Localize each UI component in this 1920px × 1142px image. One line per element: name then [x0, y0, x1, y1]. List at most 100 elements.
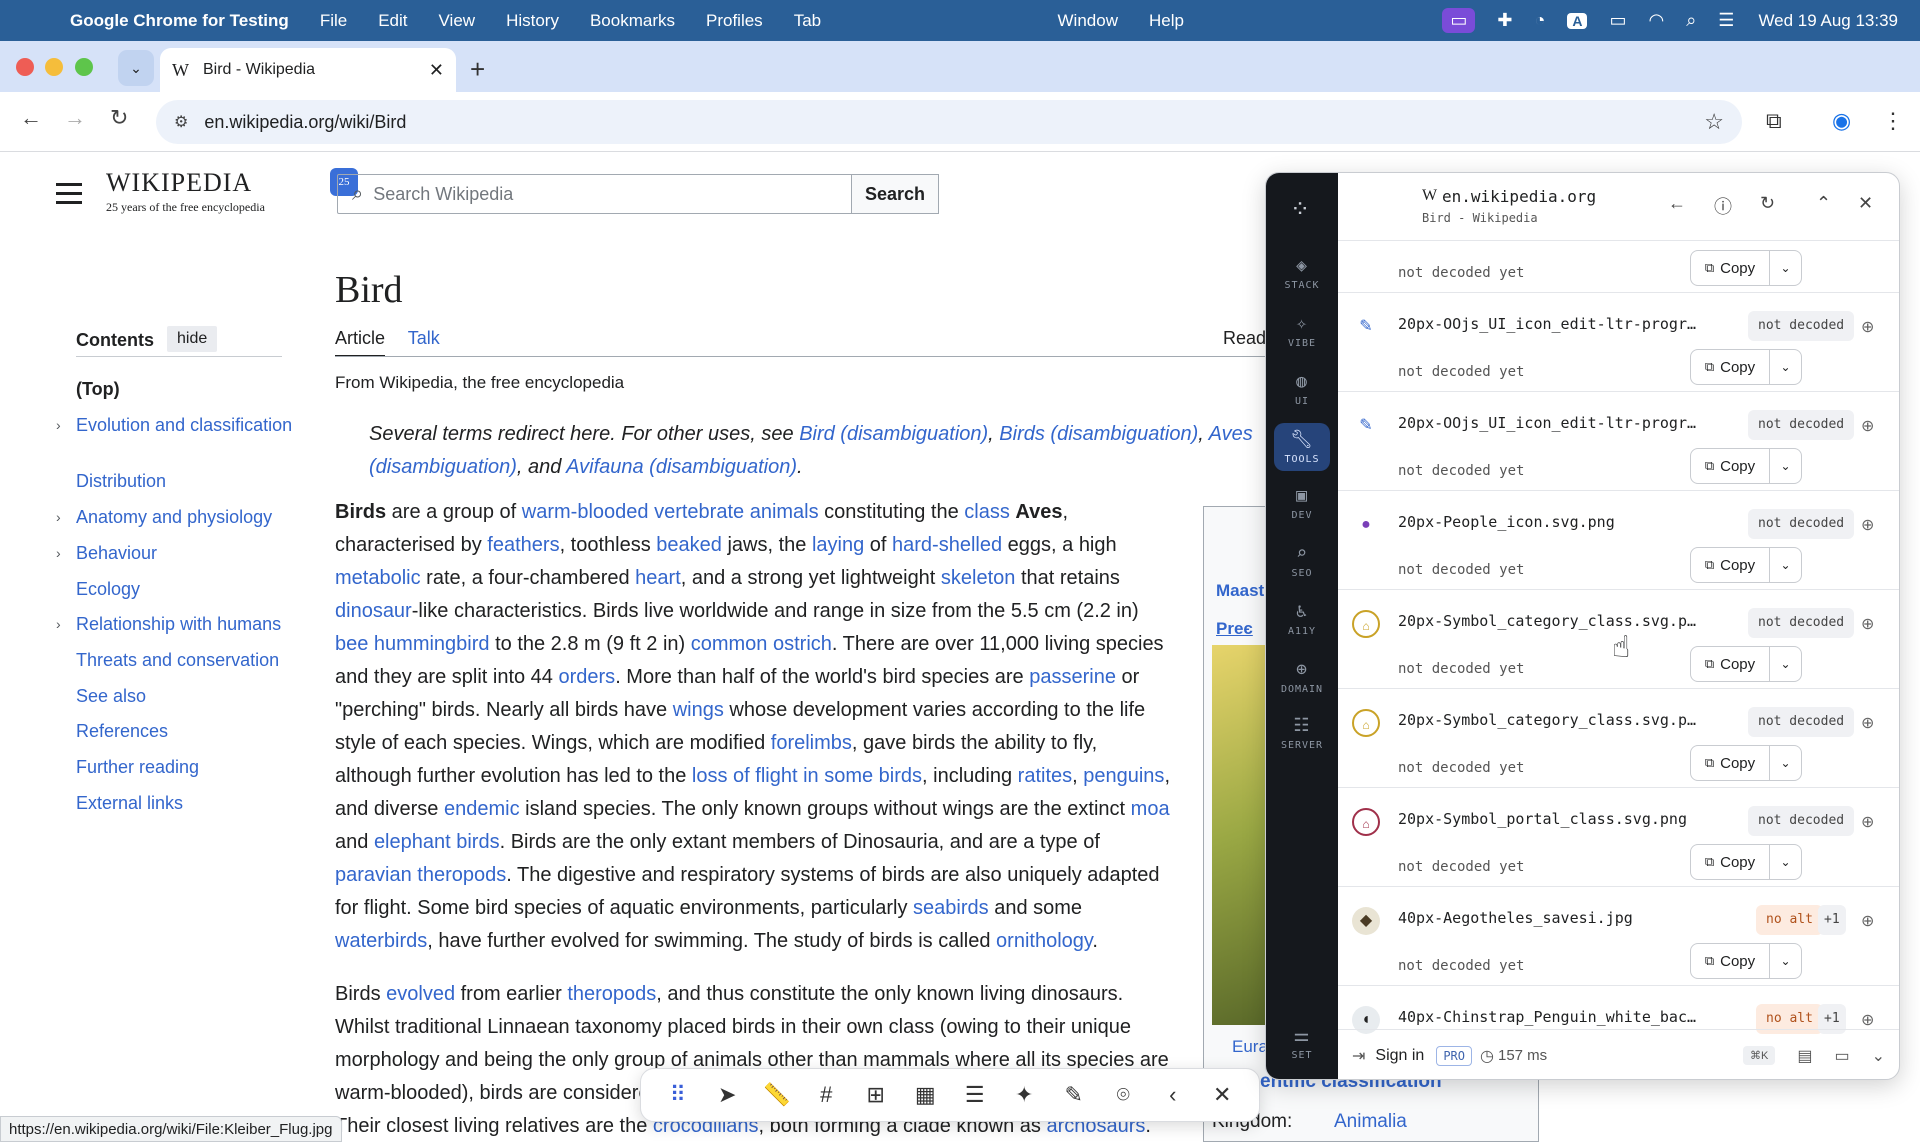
menu-help[interactable]: Help — [1149, 11, 1184, 31]
chevron-right-icon[interactable]: › — [56, 543, 61, 564]
link[interactable]: common ostrich — [691, 633, 832, 655]
select-pointer-icon[interactable]: ➤ — [703, 1082, 753, 1108]
close-icon[interactable]: ✕ — [1198, 1082, 1248, 1108]
link[interactable]: wings — [673, 699, 724, 721]
toc-item-further-reading[interactable]: Further reading — [76, 757, 296, 778]
link[interactable]: animals — [750, 501, 819, 523]
main-menu-hamburger-icon[interactable] — [56, 183, 82, 210]
toc-item-threats[interactable]: Threats and conservation — [76, 650, 296, 671]
copy-button[interactable]: ⧉ Copy — [1690, 844, 1770, 880]
menu-history[interactable]: History — [506, 11, 559, 31]
list-item[interactable]: ✎ 20px-OOjs_UI_icon_edit-ltr-progr… not … — [1338, 293, 1899, 392]
link[interactable]: metabolic — [335, 567, 421, 589]
chevron-right-icon[interactable]: › — [56, 507, 61, 528]
link[interactable]: (disambiguation) — [369, 456, 517, 478]
kingdom-value-link[interactable]: Animalia — [1334, 1111, 1407, 1133]
list-item[interactable]: ◆ 40px-Aegotheles_savesi.jpg no alt +1 ⊕… — [1338, 887, 1899, 986]
toc-hide-button[interactable]: hide — [167, 326, 218, 352]
camera-icon[interactable]: ⌾ — [1099, 1082, 1149, 1108]
toc-link[interactable]: Behaviour — [76, 543, 157, 563]
wikipedia-logo[interactable]: Wikipedia 25 25 years of the free encycl… — [106, 168, 358, 215]
rail-settings[interactable]: ⚌ SET — [1274, 1025, 1330, 1061]
toc-link[interactable]: External links — [76, 793, 183, 813]
menu-tab[interactable]: Tab — [794, 11, 821, 31]
new-tab-plus-icon[interactable]: + — [470, 54, 485, 85]
toc-item-top[interactable]: (Top) — [76, 379, 296, 400]
copy-button[interactable]: ⧉ Copy — [1690, 250, 1770, 286]
menu-view[interactable]: View — [439, 11, 476, 31]
toc-item-ecology[interactable]: Ecology — [76, 579, 296, 600]
menu-window[interactable]: Window — [1058, 11, 1118, 31]
target-icon[interactable]: ⊕ — [1861, 911, 1874, 931]
target-icon[interactable]: ⊕ — [1861, 317, 1874, 337]
target-icon[interactable]: ⊕ — [1861, 1010, 1874, 1030]
chrome-menu-icon[interactable]: ⋮ — [1882, 108, 1904, 134]
rail-vibe[interactable]: ✧ VIBE — [1274, 313, 1330, 349]
copy-dropdown-chevron-icon[interactable]: ⌄ — [1770, 250, 1802, 286]
battery-icon[interactable]: ▭ — [1609, 10, 1626, 31]
link[interactable]: class — [964, 501, 1010, 523]
toc-link[interactable]: References — [76, 721, 168, 741]
menu-file[interactable]: File — [320, 11, 347, 31]
target-icon[interactable]: ⊕ — [1861, 713, 1874, 733]
toc-link[interactable]: Further reading — [76, 757, 199, 777]
numbered-list-icon[interactable]: ☰ — [950, 1082, 1000, 1108]
link[interactable]: moa — [1131, 798, 1170, 820]
toc-item-evolution[interactable]: › Evolution and classification — [56, 415, 296, 436]
toc-item-anatomy[interactable]: › Anatomy and physiology — [56, 507, 296, 528]
reload-icon[interactable]: ↻ — [110, 105, 128, 131]
chevron-down-icon[interactable]: ⌄ — [1872, 1046, 1885, 1066]
target-icon[interactable]: ⊕ — [1861, 416, 1874, 436]
link[interactable]: paravian theropods — [335, 864, 506, 886]
wifi-icon[interactable]: ◠ — [1648, 10, 1664, 31]
copy-button[interactable]: ⧉ Copy — [1690, 547, 1770, 583]
tab-close-icon[interactable]: ✕ — [429, 60, 444, 81]
rail-ui[interactable]: ◍ UI — [1274, 371, 1330, 407]
link[interactable]: heart — [635, 567, 681, 589]
rail-seo[interactable]: ⌕ SEO — [1274, 543, 1330, 579]
link[interactable]: endemic — [444, 798, 520, 820]
rail-tools[interactable]: 🔧︎ TOOLS — [1274, 423, 1330, 471]
copy-dropdown-chevron-icon[interactable]: ⌄ — [1770, 448, 1802, 484]
tab-bird-wikipedia[interactable]: W Bird - Wikipedia ✕ — [160, 48, 456, 92]
copy-dropdown-chevron-icon[interactable]: ⌄ — [1770, 745, 1802, 781]
tab-read[interactable]: Read — [1223, 328, 1266, 349]
menu-edit[interactable]: Edit — [378, 11, 407, 31]
copy-button[interactable]: ⧉ Copy — [1690, 745, 1770, 781]
toc-item-behaviour[interactable]: › Behaviour — [56, 543, 296, 564]
collapse-chevron-icon[interactable]: ‹ — [1148, 1082, 1198, 1108]
toc-item-references[interactable]: References — [76, 721, 296, 742]
menu-clock[interactable]: Wed 19 Aug 13:39 — [1758, 11, 1898, 31]
list-item[interactable]: ⌂ 20px-Symbol_category_class.svg.p… not … — [1338, 689, 1899, 788]
window-minimize-button[interactable] — [45, 58, 63, 76]
drag-handle-icon[interactable]: ⠿ — [653, 1082, 703, 1108]
eyedropper-icon[interactable]: ✎ — [1049, 1082, 1099, 1108]
link[interactable]: evolved — [386, 983, 455, 1005]
profile-avatar-icon[interactable]: ◉ — [1832, 108, 1851, 134]
extension-logo-icon[interactable]: ⁘ — [1290, 195, 1310, 224]
layout-grid-icon[interactable]: ⊞ — [851, 1082, 901, 1108]
copy-button[interactable]: ⧉ Copy — [1690, 943, 1770, 979]
link[interactable]: ratites — [1018, 765, 1072, 787]
infobox-period-link[interactable]: Maast — [1216, 581, 1264, 601]
search-input[interactable]: ⌕ Search Wikipedia — [337, 174, 852, 214]
extensions-puzzle-icon[interactable]: ⧉ — [1766, 108, 1782, 134]
rail-domain[interactable]: ⊕ DOMAIN — [1274, 659, 1330, 695]
back-arrow-icon[interactable]: ← — [20, 105, 42, 131]
copy-dropdown-chevron-icon[interactable]: ⌄ — [1770, 646, 1802, 682]
link[interactable]: vertebrate — [654, 501, 744, 523]
sparkles-icon[interactable]: ✦ — [1000, 1082, 1050, 1108]
bookmark-star-icon[interactable]: ☆ — [1704, 109, 1724, 135]
link[interactable]: ornithology — [996, 930, 1092, 952]
tab-talk[interactable]: Talk — [408, 328, 440, 348]
medical-plus-icon[interactable]: ✚ — [1497, 10, 1512, 31]
grid-hash-icon[interactable]: # — [802, 1082, 852, 1108]
copy-button[interactable]: ⧉ Copy — [1690, 448, 1770, 484]
control-center-icon[interactable]: ☰ — [1718, 10, 1734, 31]
link[interactable]: bee hummingbird — [335, 633, 490, 655]
link[interactable]: theropods — [567, 983, 656, 1005]
rail-dev[interactable]: ▣ DEV — [1274, 485, 1330, 521]
rail-server[interactable]: ☷ SERVER — [1274, 715, 1330, 751]
link[interactable]: skeleton — [941, 567, 1016, 589]
target-icon[interactable]: ⊕ — [1861, 515, 1874, 535]
